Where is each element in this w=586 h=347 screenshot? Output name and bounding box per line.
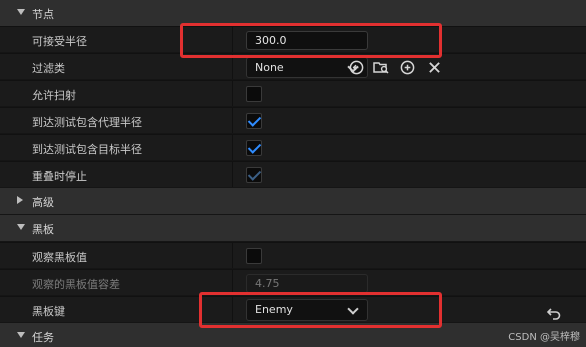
chevron-down-icon bbox=[17, 224, 25, 230]
column-divider bbox=[232, 162, 233, 187]
section-advanced-header[interactable]: 高级 bbox=[0, 188, 586, 214]
chevron-down-icon bbox=[347, 303, 359, 315]
stop-on-overlap-label: 重叠时停止 bbox=[32, 170, 87, 183]
prop-allow-strafe: 允许扫射 bbox=[0, 80, 586, 106]
section-blackboard-title: 黑板 bbox=[32, 223, 54, 236]
include-target-radius-label: 到达测试包含目标半径 bbox=[32, 143, 142, 156]
prop-filter-class: 过滤类 None bbox=[0, 53, 586, 79]
acceptable-radius-input[interactable]: 300.0 bbox=[246, 31, 368, 50]
add-icon[interactable] bbox=[399, 59, 415, 75]
prop-blackboard-tolerance: 观察的黑板值容差 4.75 bbox=[0, 269, 586, 295]
prop-stop-on-overlap: 重叠时停止 bbox=[0, 161, 586, 187]
observe-blackboard-label: 观察黑板值 bbox=[32, 251, 87, 264]
column-divider bbox=[232, 243, 233, 268]
blackboard-key-dropdown[interactable]: Enemy bbox=[246, 299, 368, 321]
section-node-header[interactable]: 节点 bbox=[0, 0, 586, 26]
blackboard-key-value: Enemy bbox=[255, 303, 293, 316]
use-selected-icon[interactable] bbox=[348, 59, 364, 75]
observe-blackboard-checkbox[interactable] bbox=[246, 248, 262, 264]
section-blackboard-header[interactable]: 黑板 bbox=[0, 215, 586, 241]
browse-icon[interactable] bbox=[373, 59, 389, 75]
watermark: CSDN @吴梓穆 bbox=[508, 332, 580, 343]
acceptable-radius-label: 可接受半径 bbox=[32, 35, 87, 48]
stop-on-overlap-checkbox[interactable] bbox=[246, 167, 262, 183]
prop-include-agent-radius: 到达测试包含代理半径 bbox=[0, 107, 586, 133]
reset-icon[interactable] bbox=[546, 305, 562, 321]
filter-class-label: 过滤类 bbox=[32, 62, 65, 75]
column-divider bbox=[232, 135, 233, 160]
column-divider bbox=[232, 297, 233, 322]
column-divider bbox=[232, 27, 233, 52]
chevron-right-icon bbox=[17, 196, 23, 204]
clear-icon[interactable] bbox=[426, 59, 442, 75]
chevron-down-icon bbox=[17, 332, 25, 338]
column-divider bbox=[232, 108, 233, 133]
filter-class-value: None bbox=[255, 61, 284, 74]
prop-blackboard-key: 黑板键 Enemy bbox=[0, 296, 586, 322]
chevron-down-icon bbox=[17, 9, 25, 15]
allow-strafe-label: 允许扫射 bbox=[32, 89, 76, 102]
section-task-header[interactable]: 任务 bbox=[0, 323, 586, 347]
column-divider bbox=[232, 270, 233, 295]
include-target-radius-checkbox[interactable] bbox=[246, 140, 262, 156]
column-divider bbox=[232, 81, 233, 106]
prop-include-target-radius: 到达测试包含目标半径 bbox=[0, 134, 586, 160]
blackboard-tolerance-label: 观察的黑板值容差 bbox=[32, 278, 120, 291]
section-advanced-title: 高级 bbox=[32, 196, 54, 209]
allow-strafe-checkbox[interactable] bbox=[246, 86, 262, 102]
section-task-title: 任务 bbox=[32, 331, 54, 344]
column-divider bbox=[232, 54, 233, 79]
include-agent-radius-checkbox[interactable] bbox=[246, 113, 262, 129]
blackboard-tolerance-input[interactable]: 4.75 bbox=[246, 274, 368, 293]
blackboard-key-label: 黑板键 bbox=[32, 305, 65, 318]
section-node-title: 节点 bbox=[32, 8, 54, 21]
prop-observe-blackboard: 观察黑板值 bbox=[0, 242, 586, 268]
include-agent-radius-label: 到达测试包含代理半径 bbox=[32, 116, 142, 129]
prop-acceptable-radius: 可接受半径 300.0 bbox=[0, 26, 586, 52]
